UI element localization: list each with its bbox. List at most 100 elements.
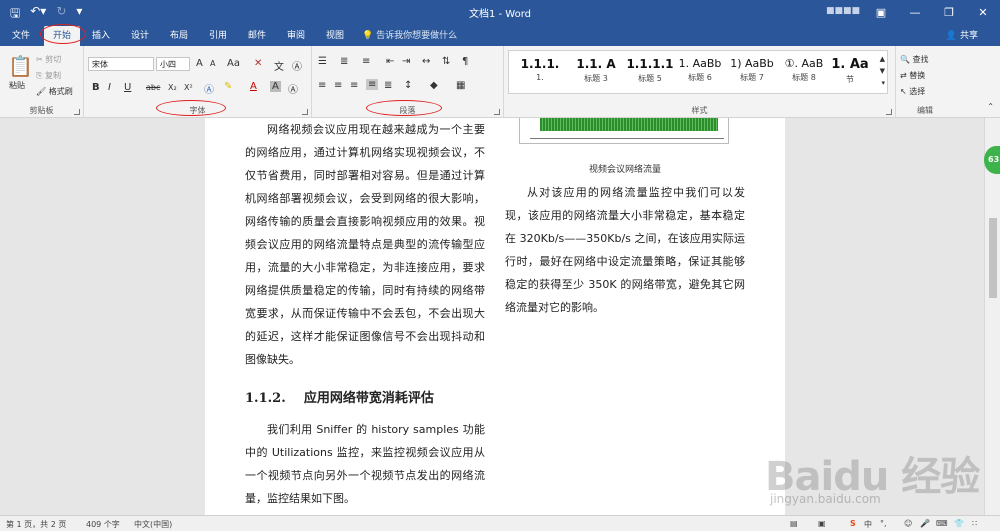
ime-keyboard-icon[interactable]: ⌨ xyxy=(936,519,948,528)
scrollbar-thumb[interactable] xyxy=(989,218,997,298)
underline-icon[interactable]: U xyxy=(124,82,131,93)
change-case-icon[interactable]: Aa xyxy=(227,58,240,69)
collapse-ribbon-icon[interactable]: ⌃ xyxy=(987,102,994,111)
superscript-icon[interactable]: X² xyxy=(184,83,193,92)
borders-icon[interactable]: ▦ xyxy=(456,80,465,91)
shading-icon[interactable]: ◆ xyxy=(430,80,438,91)
highlight-icon[interactable]: ✎ xyxy=(224,81,232,92)
numbering-icon[interactable]: ≣ xyxy=(340,56,348,67)
page-count[interactable]: 第 1 页，共 2 页 xyxy=(6,519,66,530)
character-shading-icon[interactable]: A xyxy=(270,81,281,92)
style-item[interactable]: 1) AaBb 标题 7 xyxy=(723,53,781,93)
align-right-icon[interactable]: ≡ xyxy=(350,80,358,91)
ime-s-icon[interactable]: S xyxy=(850,519,856,528)
find-button[interactable]: 🔍 查找 xyxy=(900,54,929,65)
multilevel-list-icon[interactable]: ≡ xyxy=(362,56,370,67)
bullets-icon[interactable]: ☰ xyxy=(318,56,327,67)
format-painter-label: 格式刷 xyxy=(48,87,73,96)
section-heading: 1.1.2. 应用网络带宽消耗评估 xyxy=(245,391,434,406)
tab-layout[interactable]: 布局 xyxy=(170,28,188,41)
clear-formatting-icon[interactable]: ✕ xyxy=(254,58,262,69)
word-count[interactable]: 409 个字 xyxy=(86,519,120,530)
format-painter-button[interactable]: 🖌 格式刷 xyxy=(36,86,73,97)
style-item[interactable]: 1. Aa 节 xyxy=(825,53,875,93)
subscript-icon[interactable]: X₂ xyxy=(168,83,177,92)
user-name[interactable]: ■■■■ xyxy=(826,6,860,16)
print-layout-icon[interactable]: ▣ xyxy=(818,519,826,528)
phonetic-guide-icon[interactable]: 文 xyxy=(274,58,284,73)
sort-icon[interactable]: ⇅ xyxy=(442,56,450,67)
paste-button[interactable]: 粘贴 xyxy=(9,80,25,91)
ime-emoji-icon[interactable]: ☺ xyxy=(904,519,912,528)
share-label: 共享 xyxy=(959,31,978,41)
select-button[interactable]: ↖ 选择 xyxy=(900,86,925,97)
ime-skin-icon[interactable]: 👕 xyxy=(954,519,964,528)
share-button[interactable]: 👤 共享 xyxy=(946,28,978,41)
ribbon-tabs: 文件 开始 插入 设计 布局 引用 邮件 审阅 视图 💡 告诉我你想要做什么 👤… xyxy=(0,24,1000,46)
line-spacing-icon[interactable]: ↕ xyxy=(404,80,412,91)
styles-gallery: 1.1.1. 1. 1.1. A 标题 3 1.1.1.1 标题 5 1. AaBb 标… xyxy=(508,50,888,94)
paragraph-launcher-icon[interactable] xyxy=(494,109,500,115)
document-page[interactable]: 网络视频会议应用现在越来越成为一个主要的网络应用，通过计算机网络实现视频会议，不… xyxy=(205,118,785,515)
ime-chinese-icon[interactable]: 中 xyxy=(864,519,872,530)
paste-icon[interactable]: 📋 xyxy=(8,54,33,78)
styles-scroll-down-icon[interactable]: ▼ xyxy=(880,67,885,75)
font-size-combo[interactable]: 小四 xyxy=(156,57,190,71)
paragraph-sniffer: 我们利用 Sniffer 的 history samples 功能中的 Util… xyxy=(245,423,485,505)
close-icon[interactable]: ✕ xyxy=(966,0,1000,24)
grow-font-icon[interactable]: A xyxy=(196,58,203,69)
styles-scroll-up-icon[interactable]: ▲ xyxy=(880,55,885,63)
ribbon-display-icon[interactable]: ▣ xyxy=(864,0,898,24)
minimize-icon[interactable]: — xyxy=(898,0,932,24)
italic-icon[interactable]: I xyxy=(108,82,111,93)
vertical-scrollbar[interactable] xyxy=(984,118,1000,515)
lightbulb-icon: 💡 xyxy=(362,31,374,41)
read-mode-icon[interactable]: ▤ xyxy=(790,519,798,528)
decrease-indent-icon[interactable]: ⇤ xyxy=(386,56,394,67)
tab-home[interactable]: 开始 xyxy=(44,26,81,46)
editing-group: 🔍 查找 ⇄ 替换 ↖ 选择 编辑 xyxy=(896,46,954,118)
style-item[interactable]: 1.1.1. 1. xyxy=(511,53,569,93)
style-item[interactable]: 1.1. A 标题 3 xyxy=(567,53,625,93)
tell-me-box[interactable]: 💡 告诉我你想要做什么 xyxy=(362,28,457,41)
language-indicator[interactable]: 中文(中国) xyxy=(134,519,172,530)
character-border-icon[interactable]: Ⓐ xyxy=(288,81,298,96)
ime-punct-icon[interactable]: °, xyxy=(880,519,887,528)
bold-icon[interactable]: B xyxy=(92,82,100,93)
cut-button[interactable]: ✂ 剪切 xyxy=(36,54,61,65)
clipboard-launcher-icon[interactable] xyxy=(74,109,80,115)
tab-insert[interactable]: 插入 xyxy=(92,28,110,41)
copy-button[interactable]: ⎘ 复制 xyxy=(36,70,61,81)
justify-icon[interactable]: ≡ xyxy=(366,79,379,90)
font-color-icon[interactable]: A xyxy=(250,81,257,92)
ime-mic-icon[interactable]: 🎤 xyxy=(920,519,930,528)
align-left-icon[interactable]: ≡ xyxy=(318,80,326,91)
network-traffic-figure[interactable] xyxy=(519,118,729,144)
style-name: 1. xyxy=(536,73,544,82)
paragraph-group-label: 段落 xyxy=(399,106,416,115)
tab-review[interactable]: 审阅 xyxy=(287,28,305,41)
enclose-characters-icon[interactable]: Ⓐ xyxy=(292,58,302,73)
align-center-icon[interactable]: ≡ xyxy=(334,80,342,91)
tab-file[interactable]: 文件 xyxy=(12,28,30,41)
chinese-layout-icon[interactable]: ↔ xyxy=(422,56,430,67)
font-launcher-icon[interactable] xyxy=(302,109,308,115)
show-marks-icon[interactable]: ¶ xyxy=(462,56,468,67)
tab-references[interactable]: 引用 xyxy=(209,28,227,41)
tab-view[interactable]: 视图 xyxy=(326,28,344,41)
styles-launcher-icon[interactable] xyxy=(886,109,892,115)
ime-tools-icon[interactable]: ∷ xyxy=(972,519,977,528)
styles-more-icon[interactable]: ▾ xyxy=(881,79,885,87)
restore-icon[interactable]: ❐ xyxy=(932,0,966,24)
font-name-combo[interactable]: 宋体 xyxy=(88,57,154,71)
text-effects-icon[interactable]: Ⓐ xyxy=(204,81,214,96)
replace-button[interactable]: ⇄ 替换 xyxy=(900,70,925,81)
tab-design[interactable]: 设计 xyxy=(131,28,149,41)
style-name: 标题 6 xyxy=(688,73,712,82)
strikethrough-icon[interactable]: abc xyxy=(146,83,160,92)
increase-indent-icon[interactable]: ⇥ xyxy=(402,56,410,67)
tab-mailings[interactable]: 邮件 xyxy=(248,28,266,41)
style-item[interactable]: 1. AaBb 标题 6 xyxy=(671,53,729,93)
distributed-icon[interactable]: ≣ xyxy=(384,80,392,91)
shrink-font-icon[interactable]: A xyxy=(210,59,215,68)
